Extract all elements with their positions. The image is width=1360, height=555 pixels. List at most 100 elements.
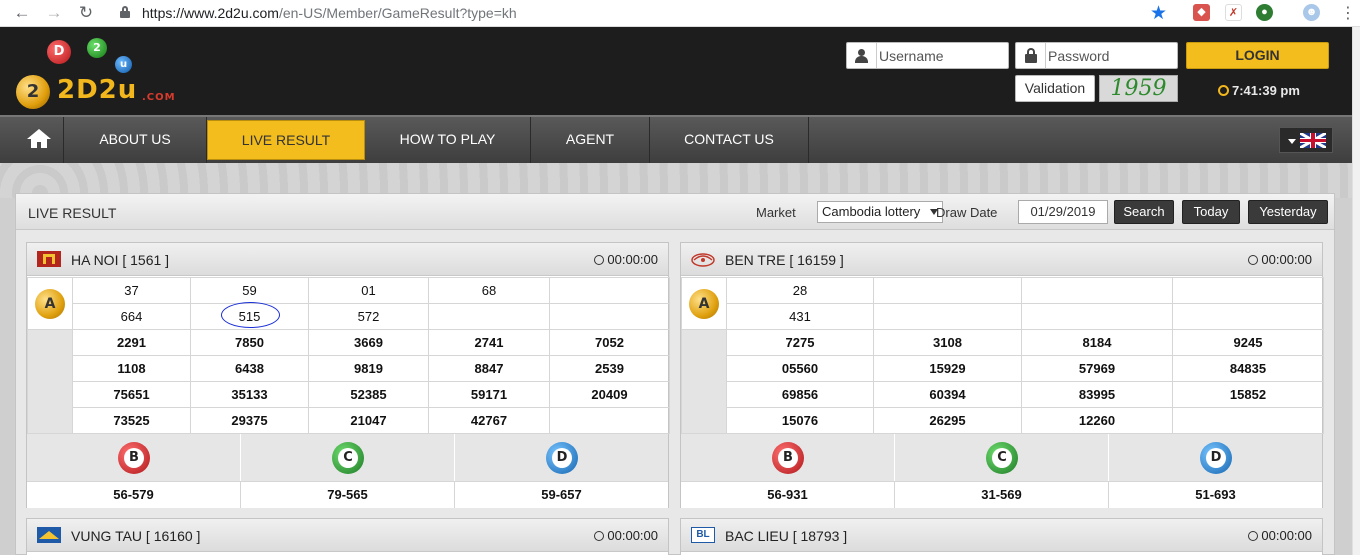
draw-date-input[interactable]: 01/29/2019 — [1018, 200, 1108, 224]
grid-cell: 3108 — [873, 329, 1022, 356]
nav-live-result[interactable]: LIVE RESULT — [207, 120, 365, 160]
grid-cell — [549, 303, 670, 330]
address-bar[interactable]: https://www.2d2u.com/en-US/Member/GameRe… — [108, 0, 1178, 26]
grid-cell: 12260 — [1021, 407, 1173, 434]
grid-cell: 57969 — [1021, 355, 1173, 382]
nav-agent[interactable]: AGENT — [531, 117, 650, 163]
caret-down-icon — [1288, 139, 1296, 144]
countdown-value: 00:00:00 — [607, 252, 658, 267]
more-menu-icon[interactable]: ⋮ — [1340, 3, 1356, 23]
grid-cell: 01 — [308, 277, 429, 304]
ball-b-letter: B — [124, 448, 144, 468]
login-button[interactable]: LOGIN — [1186, 42, 1329, 69]
ball-b-cell: B — [681, 434, 895, 482]
captcha-image[interactable]: 1959 — [1099, 75, 1178, 102]
language-selector[interactable] — [1279, 127, 1333, 153]
clock-icon — [1218, 85, 1229, 96]
grid-cell: 37 — [72, 277, 191, 304]
today-button[interactable]: Today — [1182, 200, 1240, 224]
clock-icon — [594, 255, 605, 265]
forward-arrow-icon[interactable]: → — [44, 3, 64, 23]
card-header: BEN TRE [ 16159 ] 00:00:00 — [681, 243, 1322, 276]
countdown-value: 00:00:00 — [607, 528, 658, 543]
ball-b-icon: B — [772, 442, 804, 474]
grid-cell — [1021, 303, 1173, 330]
logo-ball-d: D — [47, 40, 71, 64]
grid-cell: 8847 — [428, 355, 550, 382]
bookmark-star-icon[interactable]: ★ — [1150, 2, 1167, 25]
extension-x-icon[interactable]: ✗ — [1225, 4, 1242, 21]
prize-label-cell — [681, 329, 727, 434]
username-input[interactable] — [879, 46, 999, 66]
prize-a-label: A — [27, 277, 73, 330]
password-field[interactable] — [1015, 42, 1178, 69]
ha-noi-emblem-icon — [37, 251, 61, 267]
ball-d-letter: D — [1206, 448, 1226, 468]
ball-c-letter: C — [338, 448, 358, 468]
ben-tre-emblem-icon — [691, 253, 715, 267]
ball-d-letter: D — [552, 448, 572, 468]
search-button[interactable]: Search — [1114, 200, 1174, 224]
clock-icon — [594, 531, 605, 541]
result-b: 56-931 — [681, 482, 895, 508]
result-card-bac-lieu: BL BAC LIEU [ 18793 ] 00:00:00 — [680, 518, 1323, 555]
grid-cell: 29375 — [190, 407, 309, 434]
profile-avatar-icon[interactable]: ☻ — [1303, 4, 1320, 21]
nav-home[interactable] — [0, 117, 64, 163]
nav-contact-us[interactable]: CONTACT US — [650, 117, 809, 163]
ball-c-cell: C — [241, 434, 455, 482]
grid-cell: 73525 — [72, 407, 191, 434]
card-title: BAC LIEU [ 18793 ] — [725, 528, 848, 544]
extension-green-icon[interactable]: ● — [1256, 4, 1273, 21]
ball-d-icon: D — [546, 442, 578, 474]
ball-a-icon: A — [35, 288, 65, 319]
panel-header: LIVE RESULT Market Cambodia lottery Draw… — [16, 194, 1334, 230]
grid-cell — [873, 303, 1022, 330]
grid-cell: 75651 — [72, 381, 191, 408]
lock-icon — [1016, 43, 1046, 68]
grid-cell — [1172, 277, 1324, 304]
nav-how-to-play[interactable]: HOW TO PLAY — [365, 117, 531, 163]
market-select[interactable]: Cambodia lottery — [817, 201, 943, 223]
grid-cell — [549, 277, 670, 304]
grid-cell: 7275 — [726, 329, 874, 356]
grid-cell: 83995 — [1021, 381, 1173, 408]
grid-cell: 7052 — [549, 329, 670, 356]
bcd-results-row: 56-579 79-565 59-657 — [27, 481, 668, 508]
yesterday-button[interactable]: Yesterday — [1248, 200, 1328, 224]
grid-cell: 59 — [190, 277, 309, 304]
card-header: HA NOI [ 1561 ] 00:00:00 — [27, 243, 668, 276]
ball-c-icon: C — [986, 442, 1018, 474]
result-d: 59-657 — [541, 487, 582, 502]
url-path: /en-US/Member/GameResult?type=kh — [278, 5, 517, 21]
card-title: VUNG TAU [ 16160 ] — [71, 528, 201, 544]
url-host: https://www.2d2u.com — [142, 5, 279, 21]
grid-cell — [549, 407, 670, 434]
password-input[interactable] — [1048, 46, 1168, 66]
card-header: VUNG TAU [ 16160 ] 00:00:00 — [27, 519, 668, 552]
grid-cell: 572 — [308, 303, 429, 330]
url-text: https://www.2d2u.com/en-US/Member/GameRe… — [142, 5, 517, 21]
browser-toolbar: ← → ↻ https://www.2d2u.com/en-US/Member/… — [0, 0, 1360, 27]
page-scrollbar[interactable] — [1352, 27, 1360, 555]
site-logo[interactable]: D 2 u 2 2D2u .COM — [14, 35, 184, 111]
grid-cell: 431 — [726, 303, 874, 330]
grid-cell: 664 — [72, 303, 191, 330]
vung-tau-emblem-icon — [37, 527, 61, 543]
result-b: 56-579 — [27, 482, 241, 508]
username-field[interactable] — [846, 42, 1009, 69]
grid-cell: 21047 — [308, 407, 429, 434]
bcd-balls-row: B C D — [681, 434, 1322, 482]
grid-cell: 1108 — [72, 355, 191, 382]
grid-cell — [873, 277, 1022, 304]
extension-shield-icon[interactable]: ◆ — [1193, 4, 1210, 21]
grid-cell — [1172, 303, 1324, 330]
back-arrow-icon[interactable]: ← — [12, 3, 32, 23]
grid-cell: 26295 — [873, 407, 1022, 434]
result-c: 31-569 — [895, 482, 1109, 508]
panel-title: LIVE RESULT — [28, 205, 117, 221]
grid-cell: 15929 — [873, 355, 1022, 382]
validation-input[interactable]: Validation — [1015, 75, 1095, 102]
nav-about-us[interactable]: ABOUT US — [64, 117, 207, 163]
reload-icon[interactable]: ↻ — [76, 3, 96, 23]
